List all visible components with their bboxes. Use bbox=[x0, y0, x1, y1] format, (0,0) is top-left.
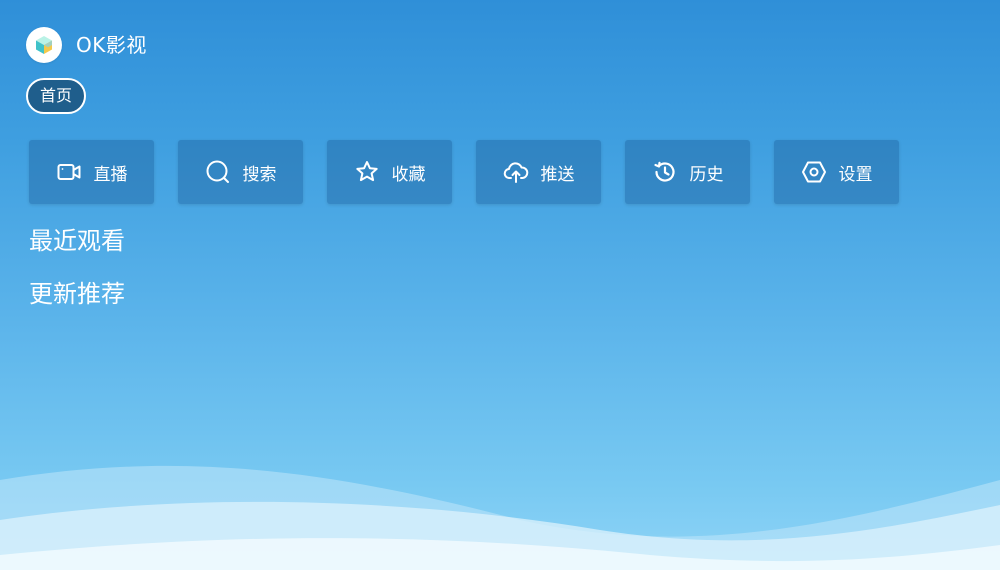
cube-logo-icon bbox=[26, 27, 62, 63]
toolbar: 直播 搜索 收藏 推送 历史 设置 bbox=[29, 140, 923, 204]
recent-watch-heading: 最近观看 bbox=[29, 227, 125, 255]
update-recommend-heading: 更新推荐 bbox=[29, 280, 125, 308]
search-button-label: 搜索 bbox=[242, 164, 277, 185]
live-button[interactable]: 直播 bbox=[29, 140, 154, 204]
settings-hexagon-icon bbox=[801, 159, 827, 185]
app-header: OK影视 bbox=[26, 27, 147, 63]
history-button-label: 历史 bbox=[689, 164, 724, 185]
history-button[interactable]: 历史 bbox=[625, 140, 750, 204]
live-button-label: 直播 bbox=[93, 164, 128, 185]
app-title: OK影视 bbox=[76, 33, 147, 57]
settings-button-label: 设置 bbox=[838, 164, 873, 185]
video-camera-icon bbox=[56, 159, 82, 185]
star-icon bbox=[354, 159, 380, 185]
favorites-button[interactable]: 收藏 bbox=[327, 140, 452, 204]
search-button[interactable]: 搜索 bbox=[178, 140, 303, 204]
cloud-upload-icon bbox=[503, 159, 529, 185]
push-button[interactable]: 推送 bbox=[476, 140, 601, 204]
favorites-button-label: 收藏 bbox=[391, 164, 426, 185]
search-icon bbox=[205, 159, 231, 185]
push-button-label: 推送 bbox=[540, 164, 575, 185]
background-waves bbox=[0, 465, 1000, 570]
tab-home[interactable]: 首页 bbox=[26, 78, 87, 114]
settings-button[interactable]: 设置 bbox=[774, 140, 899, 204]
history-icon bbox=[652, 159, 678, 185]
